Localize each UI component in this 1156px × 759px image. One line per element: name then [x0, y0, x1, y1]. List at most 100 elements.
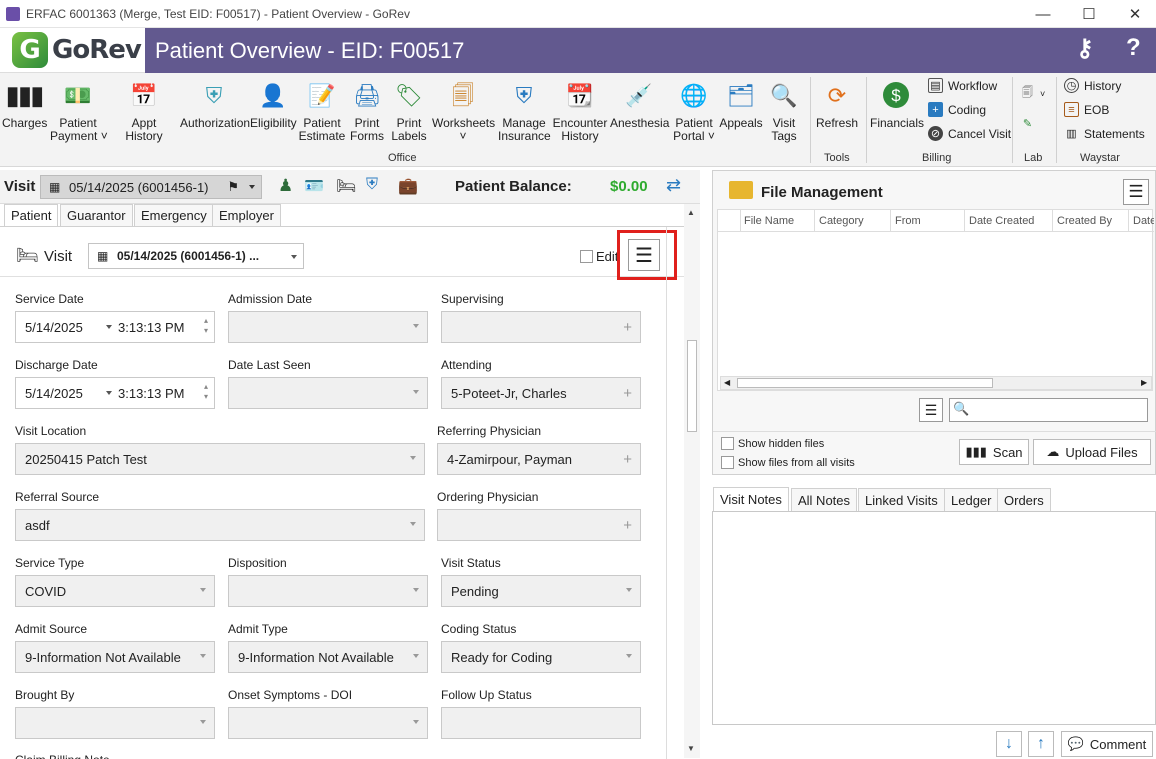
- hamburger-menu-button[interactable]: ☰: [628, 239, 660, 271]
- scroll-up-icon[interactable]: ▲: [687, 208, 695, 217]
- coding-status-field[interactable]: Ready for Coding: [441, 641, 641, 673]
- show-hidden-files-checkbox[interactable]: Show hidden files: [721, 437, 824, 450]
- chevron-down-icon: [413, 390, 419, 394]
- comment-button[interactable]: 💬 Comment: [1061, 731, 1153, 757]
- statements-button[interactable]: ▥ Statements: [1064, 126, 1144, 141]
- notes-area[interactable]: [712, 511, 1156, 725]
- visit-status-field[interactable]: Pending: [441, 575, 641, 607]
- visit-selector[interactable]: ▦ 05/14/2025 (6001456-1) ⚑: [40, 175, 262, 199]
- calendar-icon: ▦: [97, 249, 109, 263]
- tab-linked-visits[interactable]: Linked Visits: [858, 488, 945, 511]
- admit-type-field[interactable]: 9-Information Not Available: [228, 641, 428, 673]
- briefcase-icon[interactable]: 💼: [398, 176, 418, 196]
- move-down-button[interactable]: ↓: [996, 731, 1022, 757]
- appt-history-button[interactable]: 📅 Appt History: [112, 77, 176, 143]
- scan-button[interactable]: ▮▮▮ Scan: [959, 439, 1029, 465]
- referring-physician-field[interactable]: 4-Zamirpour, Payman +: [437, 443, 641, 475]
- admission-date-field[interactable]: [228, 311, 428, 343]
- insurance-shield-icon[interactable]: ⛨: [366, 176, 378, 194]
- column-date[interactable]: Date: [1128, 210, 1154, 232]
- scroll-right-icon[interactable]: ▶: [1141, 378, 1147, 387]
- maximize-button[interactable]: ☐: [1066, 0, 1112, 28]
- person-icon[interactable]: ♟: [278, 176, 293, 196]
- print-forms-button[interactable]: 🖨 Print Forms: [348, 77, 386, 143]
- charges-button[interactable]: ▮▮▮ Charges: [2, 77, 47, 130]
- workflow-button[interactable]: ▤ Workflow: [928, 78, 997, 93]
- coding-button[interactable]: + Coding: [928, 102, 986, 117]
- column-from[interactable]: From: [890, 210, 921, 232]
- scrollbar-thumb[interactable]: [687, 340, 697, 432]
- eligibility-button[interactable]: 👤 Eligibility: [250, 77, 297, 130]
- flag-icon: ⚑: [227, 179, 239, 194]
- discharge-date-field[interactable]: 5/14/2025 3:13:13 PM ▴ ▾: [15, 377, 215, 409]
- id-card-icon[interactable]: 🪪: [304, 176, 324, 196]
- tab-emergency[interactable]: Emergency: [134, 204, 214, 226]
- ordering-physician-field[interactable]: +: [437, 509, 641, 541]
- file-menu-button[interactable]: ☰: [1123, 179, 1149, 205]
- tab-all-notes[interactable]: All Notes: [791, 488, 858, 511]
- refresh-button[interactable]: ⟳ Refresh: [814, 77, 860, 130]
- minimize-button[interactable]: —: [1020, 0, 1066, 28]
- manage-insurance-button[interactable]: ⛨ Manage Insurance: [498, 77, 551, 143]
- swap-icon[interactable]: ⇄: [666, 175, 681, 196]
- column-category[interactable]: Category: [814, 210, 864, 232]
- patient-estimate-button[interactable]: 📝 Patient Estimate: [298, 77, 346, 143]
- attending-field[interactable]: 5-Poteet-Jr, Charles +: [441, 377, 641, 409]
- file-list-menu-button[interactable]: ☰: [919, 398, 943, 422]
- edit-checkbox[interactable]: Edit: [580, 249, 618, 264]
- tab-employer[interactable]: Employer: [212, 204, 281, 226]
- patient-portal-button[interactable]: 🌐 Patient Portal ˅: [672, 77, 716, 143]
- referral-source-field[interactable]: asdf: [15, 509, 425, 541]
- visit-select[interactable]: ▦ 05/14/2025 (6001456-1) ...: [88, 243, 304, 269]
- onset-symptoms-field[interactable]: [228, 707, 428, 739]
- tab-visit-notes[interactable]: Visit Notes: [713, 487, 789, 511]
- user-key-icon[interactable]: ⚷: [1076, 34, 1094, 63]
- tab-patient[interactable]: Patient: [4, 204, 59, 226]
- scroll-down-icon[interactable]: ▼: [687, 744, 695, 753]
- column-date-created[interactable]: Date Created: [964, 210, 1034, 232]
- admit-source-field[interactable]: 9-Information Not Available: [15, 641, 215, 673]
- tab-orders[interactable]: Orders: [997, 488, 1051, 511]
- anesthesia-button[interactable]: 💉 Anesthesia: [610, 77, 669, 130]
- service-date-label: Service Date: [15, 292, 84, 306]
- file-search-input[interactable]: 🔍: [949, 398, 1148, 422]
- worksheets-button[interactable]: 🗐 Worksheets ˅: [432, 77, 495, 143]
- column-created-by[interactable]: Created By: [1052, 210, 1112, 232]
- refresh-icon: ⟳: [827, 82, 847, 108]
- date-last-seen-field[interactable]: [228, 377, 428, 409]
- column-file-name[interactable]: File Name: [740, 210, 794, 232]
- horizontal-scrollbar[interactable]: ◀ ▶: [720, 376, 1152, 390]
- visit-tags-button[interactable]: 🔍 Visit Tags: [766, 77, 802, 143]
- tab-ledger[interactable]: Ledger: [944, 488, 999, 511]
- visit-location-field[interactable]: 20250415 Patch Test: [15, 443, 425, 475]
- patient-payment-button[interactable]: 💵 Patient Payment ˅: [50, 77, 108, 143]
- worksheet-icon: 🗐: [452, 82, 474, 108]
- upload-files-button[interactable]: ☁ Upload Files: [1033, 439, 1151, 465]
- cancel-visit-button[interactable]: ⊘ Cancel Visit: [928, 126, 1011, 141]
- move-up-button[interactable]: ↑: [1028, 731, 1054, 757]
- follow-up-status-field[interactable]: [441, 707, 641, 739]
- disposition-field[interactable]: [228, 575, 428, 607]
- lab-tool-button[interactable]: ✎: [1020, 116, 1035, 131]
- waystar-history-button[interactable]: ◷ History: [1064, 78, 1121, 93]
- print-labels-button[interactable]: 🏷 Print Labels: [390, 77, 428, 143]
- close-button[interactable]: ✕: [1112, 0, 1156, 28]
- appeals-button[interactable]: 🗂 Appeals: [718, 77, 764, 130]
- brought-by-field[interactable]: [15, 707, 215, 739]
- service-date-field[interactable]: 5/14/2025 3:13:13 PM ▴ ▾: [15, 311, 215, 343]
- service-type-field[interactable]: COVID: [15, 575, 215, 607]
- scroll-left-icon[interactable]: ◀: [724, 378, 730, 387]
- authorization-button[interactable]: ⛨ Authorization: [180, 77, 250, 130]
- supervising-field[interactable]: +: [441, 311, 641, 343]
- eob-button[interactable]: ≡ EOB: [1064, 102, 1109, 117]
- hscroll-thumb[interactable]: [737, 378, 993, 388]
- encounter-history-button[interactable]: 📆 Encounter History: [552, 77, 608, 143]
- encounter-icon: 📆: [566, 82, 594, 108]
- show-all-visits-checkbox[interactable]: Show files from all visits: [721, 456, 855, 469]
- vertical-scrollbar[interactable]: ▲ ▼: [684, 204, 700, 758]
- tab-guarantor[interactable]: Guarantor: [60, 204, 133, 226]
- financials-button[interactable]: $ Financials: [870, 77, 924, 130]
- bed-icon[interactable]: 🛏: [336, 176, 356, 196]
- help-icon[interactable]: ?: [1126, 34, 1141, 62]
- lab-documents-button[interactable]: 🗐 ˅: [1020, 86, 1045, 101]
